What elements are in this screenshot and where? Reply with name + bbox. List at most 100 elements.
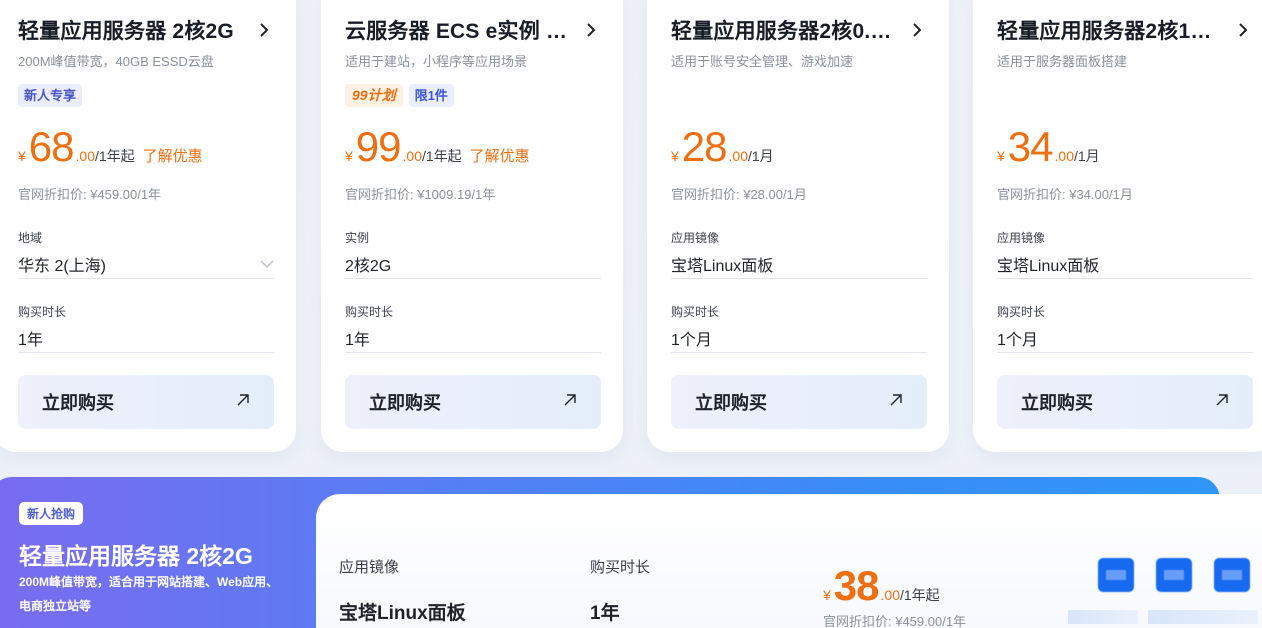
region-select[interactable]: 华东 2(上海) (18, 249, 274, 279)
original-price: 官网折扣价: ¥459.00/1年 (823, 614, 967, 628)
instance-label: 实例 (345, 231, 370, 245)
buy-now-button[interactable]: 立即购买 (997, 375, 1253, 429)
buy-now-label: 立即购买 (42, 393, 114, 413)
image-label: 应用镜像 (339, 559, 400, 576)
image-field[interactable]: 宝塔Linux面板 (671, 249, 927, 279)
original-price: 官网折扣价: ¥34.00/1月 (997, 187, 1133, 202)
duration-field[interactable]: 1年 (18, 323, 274, 353)
chevron-right-icon (581, 20, 601, 40)
price-integer: 28 (681, 123, 728, 170)
duration-value: 1年 (18, 331, 43, 349)
buy-now-button[interactable]: 立即购买 (671, 375, 927, 429)
price: ¥ 28 .00 /1月 (671, 126, 774, 168)
price-unit: /1年起 (899, 587, 940, 603)
banner-title: 轻量应用服务器 2核2G (19, 543, 253, 569)
banner-price: ¥ 38 .00 /1年起 (823, 565, 940, 607)
chevron-right-icon (254, 20, 274, 40)
price-decimal: .00 (728, 148, 748, 164)
tag-list: 新人专享 (18, 84, 83, 107)
price: ¥ 34 .00 /1月 (997, 126, 1100, 168)
arrow-up-right-icon (889, 393, 903, 412)
card-title: 轻量应用服务器 2核2G (18, 20, 234, 43)
image-value: 宝塔Linux面板 (997, 257, 1100, 275)
card-title: 轻量应用服务器2核1… (997, 20, 1212, 43)
price: ¥ 68 .00 /1年起 了解优惠 (18, 126, 203, 168)
blurred-text (1068, 610, 1138, 624)
buy-now-label: 立即购买 (695, 393, 767, 413)
price-decimal: .00 (880, 587, 900, 603)
buy-now-label: 立即购买 (1021, 393, 1093, 413)
price-integer: 99 (355, 123, 402, 170)
buy-now-button[interactable]: 立即购买 (18, 375, 274, 429)
duration-label: 购买时长 (18, 305, 67, 319)
card-subtitle: 200M峰值带宽，40GB ESSD云盘 (18, 54, 214, 69)
duration-field[interactable]: 1个月 (997, 323, 1253, 353)
image-field[interactable]: 宝塔Linux面板 (997, 249, 1253, 279)
duration-value: 1年 (345, 331, 370, 349)
product-list-page: 轻量应用服务器 2核2G 200M峰值带宽，40GB ESSD云盘 新人专享 ¥… (0, 0, 1262, 628)
price-integer: 34 (1007, 123, 1054, 170)
promo-link[interactable]: 了解优惠 (143, 145, 203, 166)
card-title-link[interactable]: 轻量应用服务器2核0.… (671, 16, 927, 44)
currency-symbol: ¥ (345, 148, 353, 164)
price-unit: /1年起 (421, 148, 462, 164)
card-title: 轻量应用服务器2核0.… (671, 20, 892, 43)
original-price: 官网折扣价: ¥1009.19/1年 (345, 187, 496, 202)
price-unit: /1月 (1073, 148, 1100, 164)
duration-value: 1个月 (671, 331, 712, 349)
region-value: 华东 2(上海) (18, 257, 107, 275)
instance-field[interactable]: 2核2G (345, 249, 601, 279)
action-button[interactable] (1214, 558, 1250, 592)
product-card: 云服务器 ECS e实例 … 适用于建站，小程序等应用场景 99计划 限1件 ¥… (321, 0, 623, 452)
price-integer: 38 (833, 562, 880, 609)
price-decimal: .00 (402, 148, 422, 164)
currency-symbol: ¥ (997, 148, 1005, 164)
newbie-tag: 新人专享 (18, 84, 83, 107)
price-integer: 68 (28, 123, 75, 170)
duration-label: 购买时长 (671, 305, 720, 319)
arrow-up-right-icon (236, 393, 250, 412)
action-button[interactable] (1156, 558, 1192, 592)
newbie-rush-tag: 新人抢购 (19, 502, 84, 525)
buy-now-label: 立即购买 (369, 393, 441, 413)
image-value: 宝塔Linux面板 (671, 257, 774, 275)
card-title-link[interactable]: 轻量应用服务器 2核2G (18, 16, 274, 44)
chevron-down-icon (260, 255, 274, 273)
image-value[interactable]: 宝塔Linux面板 (339, 598, 466, 625)
card-title: 云服务器 ECS e实例 … (345, 20, 568, 43)
card-subtitle: 适用于账号安全管理、游戏加速 (671, 54, 854, 69)
chevron-right-icon (907, 20, 927, 40)
price-unit: /1年起 (94, 148, 135, 164)
currency-symbol: ¥ (823, 587, 831, 603)
duration-field[interactable]: 1年 (345, 323, 601, 353)
card-subtitle: 适用于建站，小程序等应用场景 (345, 54, 528, 69)
tag-list: 99计划 限1件 (345, 84, 454, 107)
original-price: 官网折扣价: ¥28.00/1月 (671, 187, 807, 202)
arrow-up-right-icon (563, 393, 577, 412)
currency-symbol: ¥ (18, 148, 26, 164)
action-button[interactable] (1098, 558, 1134, 592)
card-subtitle: 适用于服务器面板搭建 (997, 54, 1128, 69)
duration-field[interactable]: 1个月 (671, 323, 927, 353)
limit-tag: 限1件 (408, 84, 454, 107)
banner-description: 200M峰值带宽，适合用于网站搭建、Web应用、电商独立站等 (19, 575, 279, 613)
original-price: 官网折扣价: ¥459.00/1年 (18, 187, 162, 202)
plan99-tag: 99计划 (345, 84, 403, 107)
image-label: 应用镜像 (997, 231, 1046, 245)
product-card: 轻量应用服务器2核0.… 适用于账号安全管理、游戏加速 ¥ 28 .00 /1月… (647, 0, 949, 452)
blurred-text (1148, 610, 1258, 624)
duration-value[interactable]: 1年 (590, 598, 620, 625)
promo-link[interactable]: 了解优惠 (470, 145, 530, 166)
card-title-link[interactable]: 云服务器 ECS e实例 … (345, 16, 601, 44)
duration-label: 购买时长 (345, 305, 394, 319)
duration-label: 购买时长 (590, 559, 651, 576)
price-unit: /1月 (747, 148, 774, 164)
currency-symbol: ¥ (671, 148, 679, 164)
price-decimal: .00 (75, 148, 95, 164)
region-label: 地域 (18, 231, 43, 245)
buy-now-button[interactable]: 立即购买 (345, 375, 601, 429)
product-card: 轻量应用服务器2核1… 适用于服务器面板搭建 ¥ 34 .00 /1月 官网折扣… (973, 0, 1262, 452)
card-title-link[interactable]: 轻量应用服务器2核1… (997, 16, 1253, 44)
product-card: 轻量应用服务器 2核2G 200M峰值带宽，40GB ESSD云盘 新人专享 ¥… (0, 0, 296, 452)
price-decimal: .00 (1054, 148, 1074, 164)
